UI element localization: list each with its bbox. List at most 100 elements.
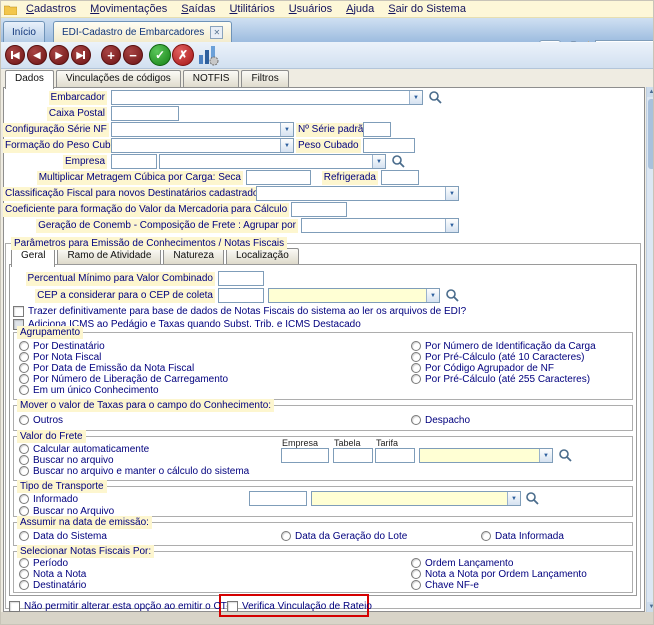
cep-lookup-icon[interactable] xyxy=(445,288,460,303)
scroll-down-icon[interactable]: ▼ xyxy=(647,602,654,612)
last-record-button[interactable]: ▶ xyxy=(71,45,91,65)
metragem-seca-input[interactable] xyxy=(246,170,311,185)
menu-item-movimentacoes[interactable]: Movimentações xyxy=(83,2,174,16)
add-record-button[interactable]: + xyxy=(101,45,121,65)
num-serie-label: Nº Série padrão xyxy=(296,123,371,137)
geracao-conemb-combo[interactable]: ▼ xyxy=(301,218,459,233)
check-verifica-label: Verifica Vinculação de Rateio xyxy=(242,601,372,612)
radio-icon xyxy=(19,341,29,351)
dropdown-arrow-icon[interactable]: ▼ xyxy=(507,492,520,505)
check-verifica-vinculacao[interactable]: Verifica Vinculação de Rateio xyxy=(227,600,372,612)
tab-filtros[interactable]: Filtros xyxy=(241,70,288,88)
radio-data-informada[interactable]: Data Informada xyxy=(481,530,564,542)
peso-cubado-label-box: Peso Cubado xyxy=(296,139,359,153)
config-serie-combo[interactable]: ▼ xyxy=(111,122,294,137)
dropdown-arrow-icon[interactable]: ▼ xyxy=(445,219,458,232)
tab-vinculacoes[interactable]: Vinculações de códigos xyxy=(56,70,181,88)
col-tabela: Tabela xyxy=(334,438,361,448)
tab-notfis[interactable]: NOTFIS xyxy=(183,70,240,88)
embarcador-combo[interactable]: ▼ xyxy=(111,90,423,105)
menu-item-sair[interactable]: Sair do Sistema xyxy=(381,2,473,16)
radio-icon xyxy=(411,374,421,384)
tab-geral[interactable]: Geral xyxy=(11,248,55,267)
peso-cubado-input[interactable] xyxy=(363,138,415,153)
radio-despacho[interactable]: Despacho xyxy=(411,414,470,426)
tab-dados[interactable]: Dados xyxy=(5,70,54,89)
scrollbar-thumb[interactable] xyxy=(648,99,654,169)
last-bar xyxy=(83,51,85,59)
scroll-up-icon[interactable]: ▲ xyxy=(647,87,654,97)
dropdown-arrow-icon[interactable]: ▼ xyxy=(445,187,458,200)
dropdown-arrow-icon[interactable]: ▼ xyxy=(539,449,552,462)
radio-unico-conhecimento[interactable]: Em um único Conhecimento xyxy=(19,384,159,396)
check-nao-permitir-label: Não permitir alterar esta opção ao emiti… xyxy=(24,601,238,612)
embarcador-label-box: Embarcador xyxy=(3,91,107,105)
tab-edi-cadastro[interactable]: EDI-Cadastro de Embarcadores ✕ xyxy=(53,21,232,42)
frete-tarifa-input[interactable] xyxy=(375,448,415,463)
embarcador-lookup-icon[interactable] xyxy=(428,90,443,105)
cep-input[interactable] xyxy=(218,288,264,303)
radio-outros[interactable]: Outros xyxy=(19,414,63,426)
frete-lookup-icon[interactable] xyxy=(558,448,573,463)
num-serie-input[interactable] xyxy=(363,122,391,137)
menu-item-saidas[interactable]: Saídas xyxy=(174,2,222,16)
formacao-peso-combo[interactable]: ▼ xyxy=(111,138,294,153)
coeficiente-input[interactable] xyxy=(291,202,347,217)
first-record-button[interactable]: ◀ xyxy=(5,45,25,65)
dropdown-arrow-icon[interactable]: ▼ xyxy=(372,155,385,168)
percentual-label-box: Percentual Mínimo para Valor Combinado xyxy=(11,272,215,286)
radio-icon xyxy=(19,569,29,579)
close-icon[interactable]: ✕ xyxy=(210,26,223,39)
radio-label: Por Pré-Cálculo (até 255 Caracteres) xyxy=(425,374,590,385)
menu-item-cadastros[interactable]: Cadastros xyxy=(19,2,83,16)
transporte-lookup-icon[interactable] xyxy=(525,491,540,506)
tab-inicio[interactable]: Início xyxy=(3,21,45,42)
radio-pre-calculo-255[interactable]: Por Pré-Cálculo (até 255 Caracteres) xyxy=(411,373,590,385)
radio-buscar-manter-calculo[interactable]: Buscar no arquivo e manter o cálculo do … xyxy=(19,465,249,477)
tab-natureza[interactable]: Natureza xyxy=(163,248,224,264)
vertical-scrollbar[interactable]: ▲ ▼ xyxy=(646,87,654,612)
frete-empresa-input[interactable] xyxy=(281,448,329,463)
check-trazer[interactable]: Trazer definitivamente para base de dado… xyxy=(13,305,466,317)
confirm-button[interactable]: ✓ xyxy=(149,44,171,66)
transporte-combo[interactable]: ▼ xyxy=(311,491,521,506)
remove-record-button[interactable]: − xyxy=(123,45,143,65)
tab-ramo-atividade[interactable]: Ramo de Atividade xyxy=(57,248,161,264)
radio-data-sistema[interactable]: Data do Sistema xyxy=(19,530,107,542)
radio-informado[interactable]: Informado xyxy=(19,493,78,505)
frete-tarifa-combo[interactable]: ▼ xyxy=(419,448,553,463)
dropdown-arrow-icon[interactable]: ▼ xyxy=(426,289,439,302)
tab-edi-label: EDI-Cadastro de Embarcadores xyxy=(62,27,204,38)
radio-data-geracao-lote[interactable]: Data da Geração do Lote xyxy=(281,530,407,542)
checkbox-icon xyxy=(13,306,24,317)
class-fiscal-combo[interactable]: ▼ xyxy=(256,186,459,201)
percentual-input[interactable] xyxy=(218,271,264,286)
radio-icon xyxy=(19,580,29,590)
record-toolbar: ◀ ◀ ▶ ▶ + − ✓ ✗ xyxy=(1,42,654,69)
mult-metragem-label: Multiplicar Metragem Cúbica por Carga: S… xyxy=(37,171,243,185)
menu-item-usuarios[interactable]: Usuários xyxy=(282,2,339,16)
tab-localizacao[interactable]: Localização xyxy=(226,248,299,264)
transporte-codigo-input[interactable] xyxy=(249,491,307,506)
check-nao-permitir[interactable]: Não permitir alterar esta opção ao emiti… xyxy=(9,600,238,612)
dropdown-arrow-icon[interactable]: ▼ xyxy=(280,123,293,136)
cancel-button[interactable]: ✗ xyxy=(172,44,194,66)
dropdown-arrow-icon[interactable]: ▼ xyxy=(409,91,422,104)
next-record-button[interactable]: ▶ xyxy=(49,45,69,65)
menu-item-ajuda[interactable]: Ajuda xyxy=(339,2,381,16)
empresa-code-input[interactable] xyxy=(111,154,157,169)
caixa-postal-input[interactable] xyxy=(111,106,179,121)
radio-destinatario[interactable]: Destinatário xyxy=(19,579,86,591)
empresa-lookup-icon[interactable] xyxy=(391,154,406,169)
cep-combo[interactable]: ▼ xyxy=(268,288,440,303)
radio-chave-nfe[interactable]: Chave NF-e xyxy=(411,579,479,591)
dropdown-arrow-icon[interactable]: ▼ xyxy=(280,139,293,152)
menu-item-utilitarios[interactable]: Utilitários xyxy=(222,2,281,16)
radio-icon xyxy=(19,531,29,541)
frete-tabela-input[interactable] xyxy=(333,448,373,463)
chart-config-button[interactable] xyxy=(197,45,219,66)
metragem-refrigerada-input[interactable] xyxy=(381,170,419,185)
empresa-combo[interactable]: ▼ xyxy=(159,154,386,169)
radio-label: Por Número de Liberação de Carregamento xyxy=(33,374,228,385)
prev-record-button[interactable]: ◀ xyxy=(27,45,47,65)
